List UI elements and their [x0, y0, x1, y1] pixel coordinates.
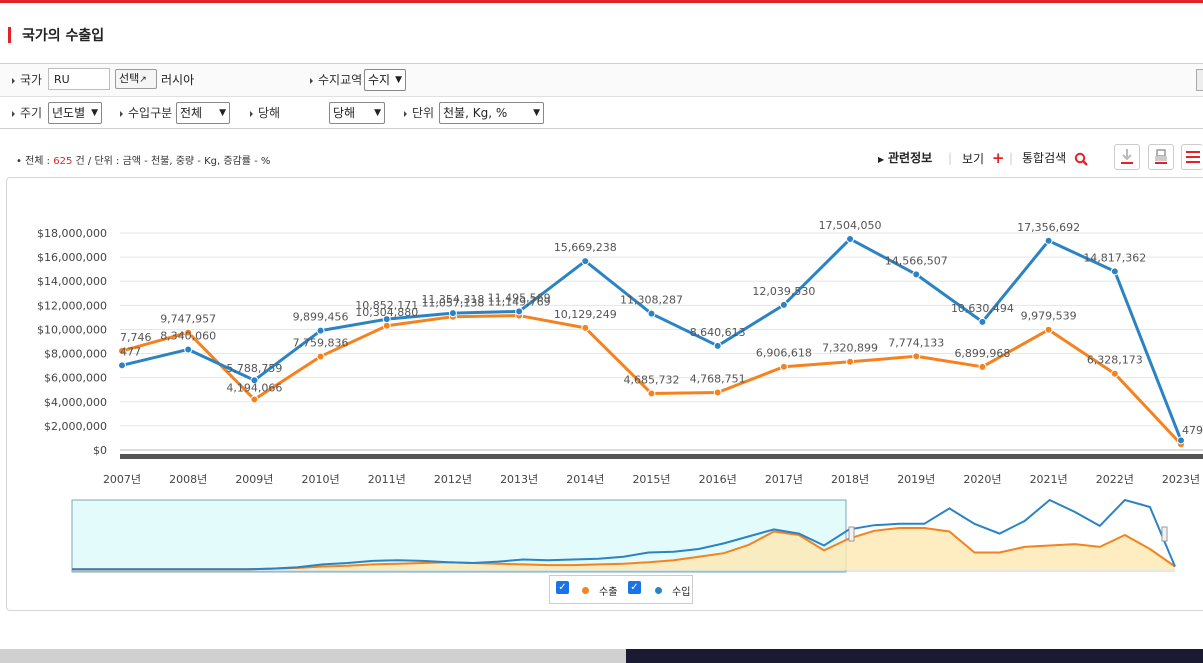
- import-data-label: 11,495,569: [488, 291, 551, 304]
- export-point: [912, 352, 921, 361]
- import-point: [779, 300, 788, 309]
- import-data-label: 5,788,759: [226, 362, 282, 375]
- y-tick-label: $16,000,000: [37, 251, 107, 264]
- export-point: [846, 357, 855, 366]
- export-legend-dot: [582, 587, 589, 594]
- export-point: [779, 362, 788, 371]
- import-point: [448, 309, 457, 318]
- import-data-label: 477: [120, 345, 141, 358]
- export-data-label: 7,320,899: [822, 342, 878, 355]
- y-tick-label: $14,000,000: [37, 275, 107, 288]
- export-data-label: 4,685,732: [624, 374, 680, 387]
- y-tick-label: $2,000,000: [44, 420, 107, 433]
- export-point: [382, 321, 391, 330]
- import-data-label: 17,504,050: [819, 219, 882, 232]
- x-tick-label: 2013년: [500, 473, 538, 486]
- chart-legend: ✓ 수출 ✓ 수입: [549, 575, 693, 604]
- export-legend-label: 수출: [599, 587, 618, 598]
- x-tick-label: 2019년: [897, 473, 935, 486]
- x-axis-bar: [120, 454, 1203, 459]
- export-point: [713, 388, 722, 397]
- x-tick-label: 2008년: [169, 473, 207, 486]
- export-point: [647, 389, 656, 398]
- import-point: [978, 317, 987, 326]
- import-point: [316, 326, 325, 335]
- import-point: [912, 270, 921, 279]
- import-point: [1177, 436, 1185, 445]
- import-data-label: 14,817,362: [1083, 251, 1146, 264]
- export-series-checkbox[interactable]: ✓: [556, 581, 569, 594]
- import-point: [713, 341, 722, 350]
- y-tick-label: $10,000,000: [37, 323, 107, 336]
- export-data-label: 7,774,133: [888, 336, 944, 349]
- import-data-label: 14,566,507: [885, 254, 948, 267]
- import-data-label: 8,640,613: [690, 326, 746, 339]
- navigator-handle: [848, 526, 855, 542]
- import-series-checkbox[interactable]: ✓: [628, 581, 641, 594]
- import-point: [184, 345, 193, 354]
- x-tick-label: 2023년: [1162, 473, 1200, 486]
- export-point: [316, 352, 325, 361]
- import-data-label: 10,852,171: [355, 299, 418, 312]
- export-data-label: 6,328,173: [1087, 354, 1143, 367]
- export-data-label: 10,129,249: [554, 308, 617, 321]
- export-data-label: 479: [1182, 424, 1203, 437]
- x-tick-label: 2014년: [566, 473, 604, 486]
- x-tick-label: 2012년: [434, 473, 472, 486]
- x-tick-label: 2018년: [831, 473, 869, 486]
- export-point: [250, 395, 259, 404]
- export-data-label: 7,759,836: [293, 336, 349, 349]
- export-point: [581, 323, 590, 332]
- import-legend-label: 수입: [672, 587, 691, 598]
- import-data-label: 9,899,456: [293, 311, 349, 324]
- import-data-label: 17,356,692: [1017, 221, 1080, 234]
- export-data-label: 9,747,957: [160, 312, 216, 325]
- import-line: [121, 237, 1183, 441]
- x-tick-label: 2010년: [302, 473, 340, 486]
- y-tick-label: $12,000,000: [37, 299, 107, 312]
- x-tick-label: 2022년: [1096, 473, 1134, 486]
- import-point: [515, 307, 524, 316]
- y-tick-label: $8,000,000: [44, 348, 107, 361]
- x-tick-label: 2017년: [765, 473, 803, 486]
- y-tick-label: $18,000,000: [37, 227, 107, 240]
- import-point: [1044, 236, 1053, 245]
- bottom-strip-dark: [626, 649, 1203, 663]
- import-legend-dot: [655, 587, 662, 594]
- navigator-handle: [1161, 526, 1168, 542]
- x-tick-label: 2020년: [963, 473, 1001, 486]
- export-point: [978, 362, 987, 371]
- export-point: [1044, 325, 1053, 334]
- y-tick-label: $6,000,000: [44, 372, 107, 385]
- bottom-strip: [0, 649, 1203, 663]
- x-tick-label: 2009년: [235, 473, 273, 486]
- import-data-label: 8,340,060: [160, 329, 216, 342]
- export-data-label: 7,746: [120, 331, 152, 344]
- import-data-label: 11,354,318: [421, 293, 484, 306]
- import-data-label: 15,669,238: [554, 241, 617, 254]
- import-data-label: 12,039,530: [752, 285, 815, 298]
- y-tick-label: $4,000,000: [44, 396, 107, 409]
- x-tick-label: 2016년: [699, 473, 737, 486]
- export-data-label: 6,899,968: [954, 347, 1010, 360]
- export-data-label: 4,194,066: [226, 381, 282, 394]
- export-data-label: 4,768,751: [690, 373, 746, 386]
- import-data-label: 10,630,494: [951, 302, 1014, 315]
- import-point: [581, 257, 590, 266]
- import-point: [846, 234, 855, 243]
- import-point: [647, 309, 656, 318]
- x-tick-label: 2015년: [632, 473, 670, 486]
- x-tick-label: 2011년: [368, 473, 406, 486]
- line-chart: $0 $2,000,000 $4,000,000 $6,000,000 $8,000,0…: [37, 219, 1203, 573]
- y-tick-label: $0: [93, 444, 107, 457]
- export-data-label: 6,906,618: [756, 347, 812, 360]
- export-data-label: 9,979,539: [1021, 310, 1077, 323]
- x-tick-label: 2021년: [1030, 473, 1068, 486]
- import-point: [118, 361, 126, 370]
- import-point: [1110, 267, 1119, 276]
- x-tick-label: 2007년: [103, 473, 141, 486]
- import-data-label: 11,308,287: [620, 294, 683, 307]
- export-point: [1110, 369, 1119, 378]
